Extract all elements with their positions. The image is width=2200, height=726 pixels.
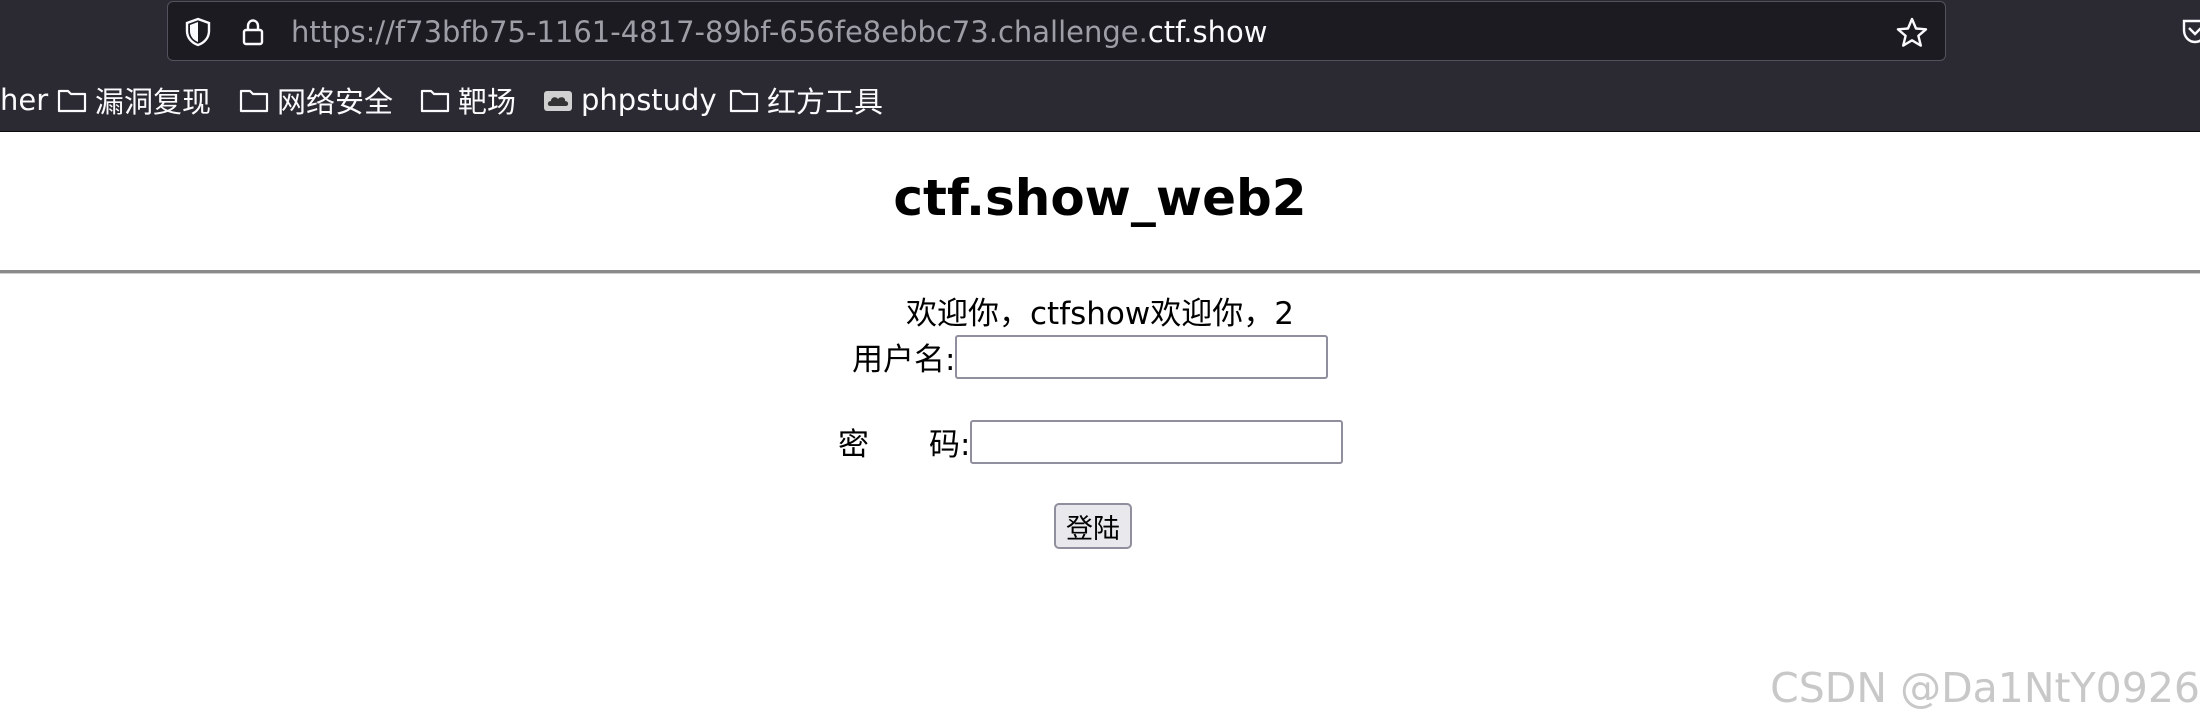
welcome-message: 欢迎你，ctfshow欢迎你，2	[906, 296, 1294, 332]
bookmark-item-partial[interactable]: her	[0, 78, 48, 122]
bookmark-folder-redteam[interactable]: 红方工具	[729, 78, 883, 122]
bookmark-star-icon[interactable]	[1895, 16, 1929, 50]
password-label-char2: 码:	[929, 427, 971, 463]
url-text[interactable]: https://f73bfb75-1161-4817-89bf-656fe8eb…	[291, 14, 1267, 50]
folder-icon	[420, 89, 450, 113]
bookmark-label: 红方工具	[767, 85, 884, 119]
username-label: 用户名:	[852, 342, 956, 378]
password-row: 密 码:	[838, 419, 1344, 464]
csdn-watermark: CSDN @Da1NtY0926	[1770, 664, 2200, 712]
username-row: 用户名:	[852, 334, 1329, 379]
bookmark-label: 靶场	[458, 85, 517, 119]
lock-icon[interactable]	[238, 17, 268, 47]
pocket-icon[interactable]	[2180, 16, 2200, 46]
bookmarks-toolbar: her 漏洞复现 网络安全 靶场 phpstudy 红方工具	[0, 78, 2200, 122]
username-input[interactable]	[955, 334, 1329, 379]
page-title: ctf.show_web2	[893, 169, 1307, 227]
folder-icon	[729, 89, 759, 113]
password-input[interactable]	[970, 419, 1344, 464]
bookmark-label: her	[0, 83, 49, 117]
browser-chrome: https://f73bfb75-1161-4817-89bf-656fe8eb…	[0, 0, 2200, 132]
password-label-char1: 密	[838, 427, 869, 463]
url-prefix: https://f73bfb75-1161-4817-89bf-656fe8eb…	[291, 15, 1148, 49]
folder-icon	[57, 89, 87, 113]
bookmark-folder-range[interactable]: 靶场	[420, 78, 516, 122]
folder-icon	[239, 89, 269, 113]
bookmark-folder-vuln[interactable]: 漏洞复现	[57, 78, 211, 122]
bookmark-folder-netsec[interactable]: 网络安全	[239, 78, 393, 122]
bookmark-label: 漏洞复现	[95, 85, 212, 119]
bookmark-phpstudy[interactable]: phpstudy	[543, 78, 717, 122]
shield-icon[interactable]	[183, 17, 213, 47]
address-bar[interactable]: https://f73bfb75-1161-4817-89bf-656fe8eb…	[167, 1, 1946, 61]
bookmark-label: phpstudy	[581, 83, 717, 117]
horizontal-rule	[0, 270, 2200, 274]
chrome-divider	[0, 131, 2200, 132]
bookmark-label: 网络安全	[277, 85, 394, 119]
cloud-favicon	[544, 91, 572, 111]
url-domain: ctf.show	[1147, 15, 1268, 49]
login-button[interactable]: 登陆	[1054, 503, 1132, 549]
